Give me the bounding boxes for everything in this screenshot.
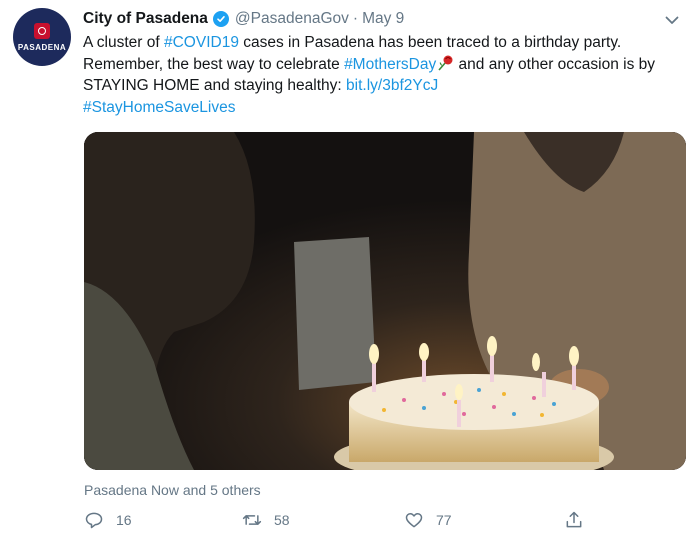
share-button[interactable] [564, 510, 596, 530]
reply-icon [85, 512, 103, 529]
reply-button[interactable]: 16 [84, 510, 132, 530]
social-context[interactable]: Pasadena Now and 5 others [84, 482, 261, 498]
tweet-photo[interactable] [84, 132, 686, 470]
hashtag-mothersday[interactable]: #MothersDay [344, 56, 436, 73]
tweet-actions: 16 58 77 [84, 510, 604, 538]
like-icon [405, 513, 423, 528]
display-name[interactable]: City of Pasadena [83, 10, 208, 28]
reply-count: 16 [116, 512, 132, 528]
retweet-count: 58 [274, 512, 290, 528]
shortlink[interactable]: bit.ly/3bf2YcJ [346, 77, 438, 94]
retweet-button[interactable]: 58 [242, 510, 290, 530]
verified-badge-icon [212, 11, 229, 27]
rose-emoji-icon [436, 55, 454, 71]
avatar[interactable]: PASADENA [13, 8, 71, 66]
hashtag-stayhomesavelives[interactable]: #StayHomeSaveLives [83, 99, 236, 116]
chevron-down-icon[interactable] [662, 10, 682, 30]
user-handle[interactable]: @PasadenaGov [235, 10, 349, 28]
like-button[interactable]: 77 [404, 510, 452, 530]
tweet-text: A cluster of #COVID19 cases in Pasadena … [83, 32, 683, 118]
tweet-date[interactable]: May 9 [362, 10, 404, 28]
avatar-label: PASADENA [17, 42, 67, 52]
retweet-icon [242, 515, 262, 525]
tweet-text-segment: A cluster of [83, 34, 164, 51]
pasadena-rose-logo-icon [34, 22, 50, 39]
share-icon [566, 511, 582, 528]
hashtag-covid19[interactable]: #COVID19 [164, 34, 239, 51]
tweet-header: City of Pasadena @PasadenaGov · May 9 [83, 8, 680, 30]
separator: · [352, 10, 359, 27]
like-count: 77 [436, 512, 452, 528]
